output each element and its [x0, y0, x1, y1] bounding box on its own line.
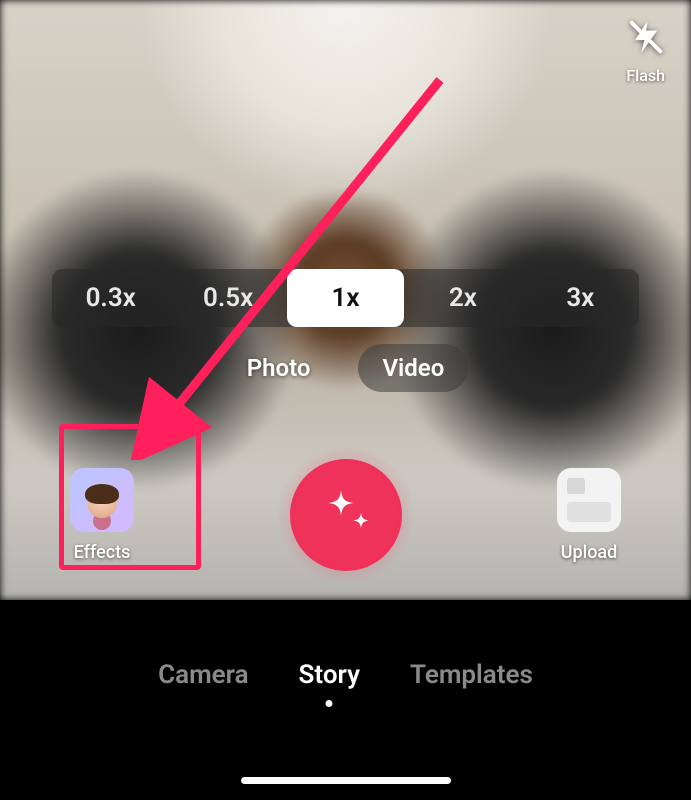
effects-button[interactable]: Effects	[70, 468, 134, 563]
flash-label: Flash	[626, 66, 665, 85]
zoom-option-3x[interactable]: 3x	[522, 269, 639, 327]
bottom-bar: Camera Story Templates	[0, 600, 691, 800]
shutter-button[interactable]	[290, 459, 402, 571]
zoom-level-bar: 0.3x 0.5x 1x 2x 3x	[52, 269, 639, 327]
zoom-option-0-3x[interactable]: 0.3x	[52, 269, 169, 327]
effects-label: Effects	[74, 542, 131, 563]
effects-thumbnail	[70, 468, 134, 532]
zoom-option-0-5x[interactable]: 0.5x	[169, 269, 286, 327]
capture-mode-video[interactable]: Video	[358, 344, 468, 392]
tab-camera[interactable]: Camera	[158, 660, 248, 690]
flash-off-icon	[627, 18, 665, 60]
upload-label: Upload	[561, 542, 618, 563]
zoom-option-2x[interactable]: 2x	[404, 269, 521, 327]
tab-templates[interactable]: Templates	[410, 660, 533, 690]
upload-button[interactable]: Upload	[557, 468, 621, 563]
capture-action-row: Effects Upload	[0, 430, 691, 600]
sparkle-icon	[316, 483, 376, 547]
post-type-tabs: Camera Story Templates	[158, 660, 533, 690]
home-indicator[interactable]	[241, 777, 451, 784]
flash-toggle[interactable]: Flash	[626, 18, 665, 85]
upload-thumbnail	[557, 468, 621, 532]
tab-story[interactable]: Story	[299, 660, 361, 690]
capture-mode-photo[interactable]: Photo	[223, 344, 335, 392]
zoom-option-1x[interactable]: 1x	[287, 269, 404, 327]
capture-mode-row: Photo Video	[0, 344, 691, 392]
camera-screen: { "topControls": { "flash_label": "Flash…	[0, 0, 691, 800]
